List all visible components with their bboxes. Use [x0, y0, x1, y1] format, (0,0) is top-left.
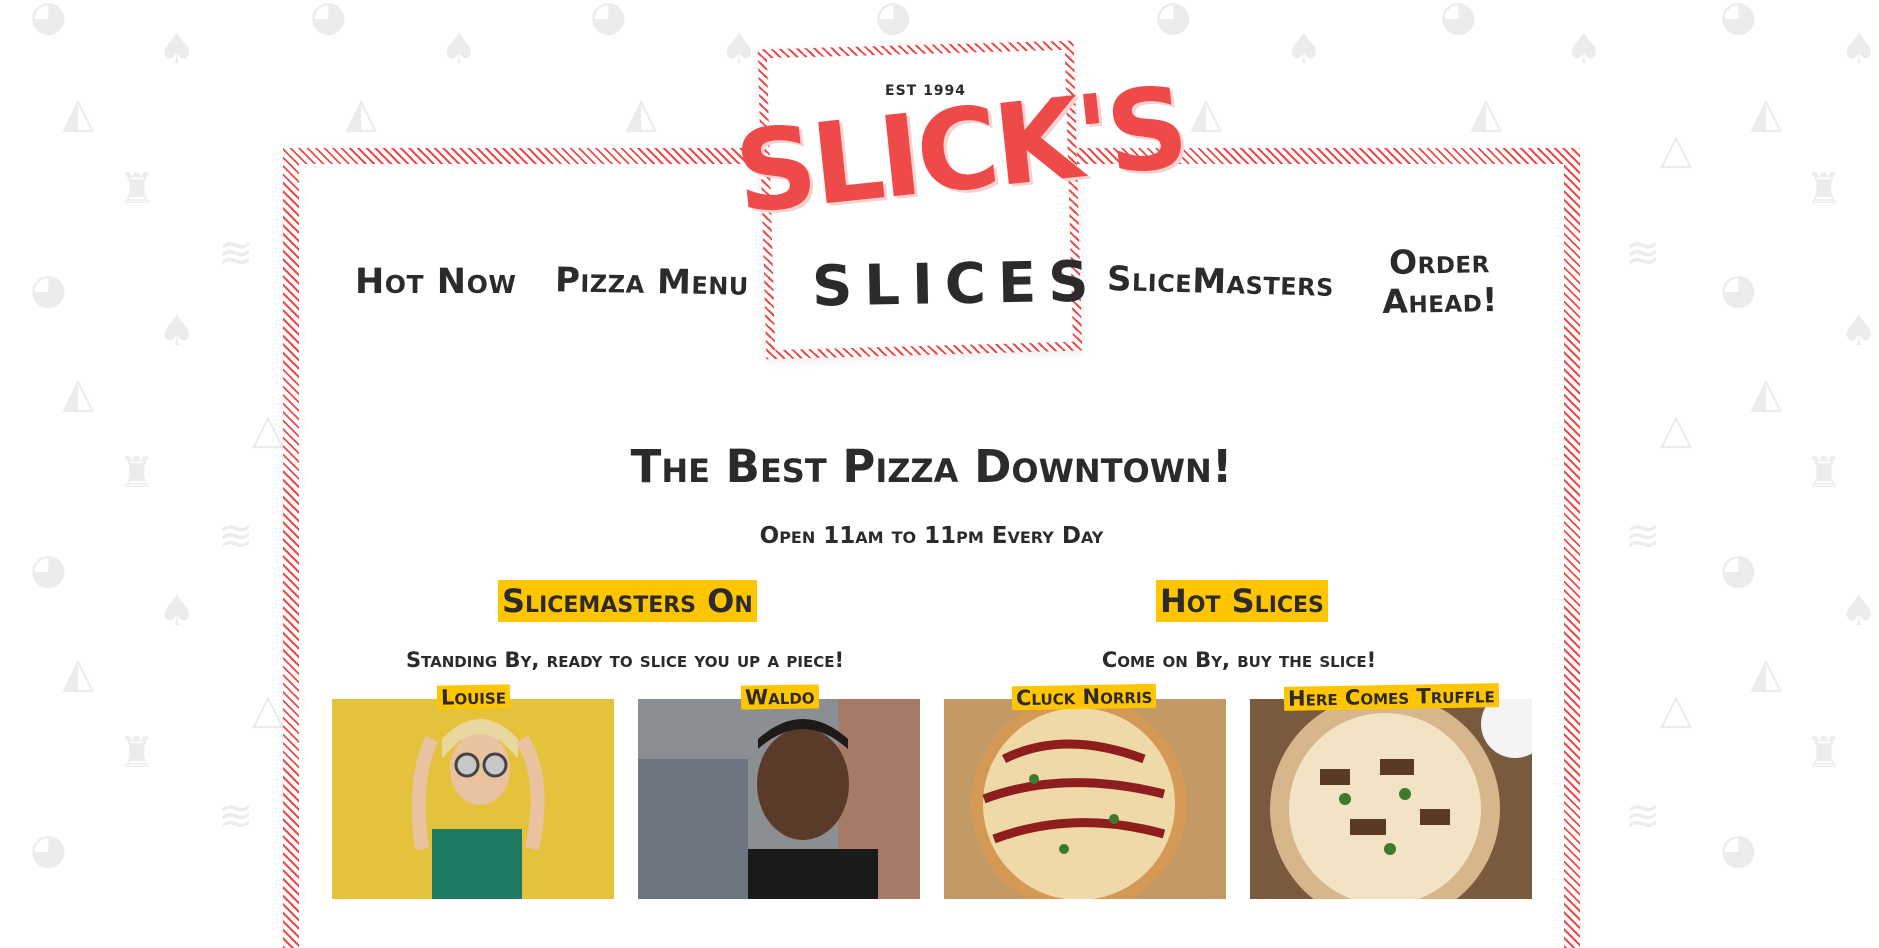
nav-order-ahead-line2: Ahead!	[1382, 279, 1499, 322]
slice-icon: △	[252, 404, 285, 453]
bacon-icon: ≋	[1625, 228, 1661, 277]
slicemasters-subtitle: Standing By, ready to slice you up a pie…	[405, 648, 845, 672]
slicemaster-card-louise[interactable]	[332, 699, 614, 899]
bacon-icon: ≋	[218, 228, 254, 277]
mushroom-icon: ♠	[1840, 586, 1878, 635]
slice-icon: △	[1660, 124, 1693, 173]
pizza-icon: ◕	[590, 0, 627, 40]
slice-icon: △	[252, 684, 285, 733]
pizza-icon: ◕	[1720, 824, 1757, 873]
mushroom-icon: ♠	[1565, 24, 1603, 73]
bottles-icon: ♜	[118, 164, 156, 213]
slicemaster-name-louise: Louise	[436, 684, 511, 710]
cheese-icon: ◭	[62, 368, 95, 417]
pizza-name-cluck-norris: Cluck Norris	[1011, 683, 1157, 711]
bottles-icon: ♜	[1805, 728, 1843, 777]
page-headline: The Best Pizza Downtown!	[630, 440, 1233, 493]
pizza-icon: ◕	[310, 0, 347, 40]
cheese-icon: ◭	[1190, 88, 1223, 137]
nav-pizza-menu[interactable]: Pizza Menu	[555, 260, 750, 303]
mushroom-icon: ♠	[158, 586, 196, 635]
mushroom-icon: ♠	[1840, 306, 1878, 355]
nav-order-ahead-line1: Order	[1388, 241, 1491, 282]
pizza-icon: ◕	[30, 824, 67, 873]
nav-order-ahead[interactable]: Order Ahead!	[1381, 241, 1498, 321]
cheese-icon: ◭	[1470, 88, 1503, 137]
bacon-icon: ≋	[218, 511, 254, 560]
pizza-icon: ◕	[1155, 0, 1192, 40]
pizza-icon: ◕	[1720, 264, 1757, 313]
nav-hot-now[interactable]: Hot Now	[355, 262, 516, 302]
cluck-norris-photo	[944, 699, 1226, 899]
pizza-icon: ◕	[875, 0, 912, 40]
mushroom-icon: ♠	[158, 24, 196, 73]
louise-photo	[332, 699, 614, 899]
cheese-icon: ◭	[1750, 88, 1783, 137]
opening-hours: Open 11am to 11pm Every Day	[759, 523, 1104, 549]
pizza-icon: ◕	[30, 264, 67, 313]
here-comes-truffle-photo	[1250, 699, 1532, 899]
pizza-card-here-comes-truffle[interactable]	[1250, 699, 1532, 899]
slice-icon: △	[1660, 404, 1693, 453]
mushroom-icon: ♠	[1285, 24, 1323, 73]
cheese-icon: ◭	[62, 648, 95, 697]
slice-icon: △	[1660, 684, 1693, 733]
bottles-icon: ♜	[1805, 448, 1843, 497]
hot-slices-title: Hot Slices	[1156, 580, 1328, 622]
pizza-icon: ◕	[30, 544, 67, 593]
bacon-icon: ≋	[1625, 791, 1661, 840]
bottles-icon: ♜	[118, 448, 156, 497]
nav-slicemasters[interactable]: SliceMasters	[1107, 259, 1335, 305]
pizza-icon: ◕	[1720, 0, 1757, 40]
mushroom-icon: ♠	[440, 24, 478, 73]
logo-link[interactable]	[735, 80, 1101, 330]
cheese-icon: ◭	[1750, 648, 1783, 697]
cheese-icon: ◭	[345, 88, 378, 137]
bacon-icon: ≋	[218, 791, 254, 840]
pizza-card-cluck-norris[interactable]	[944, 699, 1226, 899]
pizza-icon: ◕	[30, 0, 67, 40]
slicemaster-card-waldo[interactable]	[638, 699, 920, 899]
bottles-icon: ♜	[1805, 164, 1843, 213]
hot-slices-subtitle: Come on By, buy the slice!	[1101, 648, 1377, 672]
pizza-icon: ◕	[1720, 544, 1757, 593]
slicemasters-title: Slicemasters On	[498, 580, 757, 622]
pizza-name-here-comes-truffle: Here Comes Truffle	[1283, 683, 1499, 711]
pizza-icon: ◕	[1440, 0, 1477, 40]
waldo-photo	[638, 699, 920, 899]
mushroom-icon: ♠	[720, 24, 758, 73]
mushroom-icon: ♠	[1840, 24, 1878, 73]
slicemaster-name-waldo: Waldo	[740, 684, 819, 710]
cheese-icon: ◭	[62, 88, 95, 137]
cheese-icon: ◭	[625, 88, 658, 137]
bacon-icon: ≋	[1625, 511, 1661, 560]
bottles-icon: ♜	[118, 728, 156, 777]
mushroom-icon: ♠	[158, 306, 196, 355]
cheese-icon: ◭	[1750, 368, 1783, 417]
